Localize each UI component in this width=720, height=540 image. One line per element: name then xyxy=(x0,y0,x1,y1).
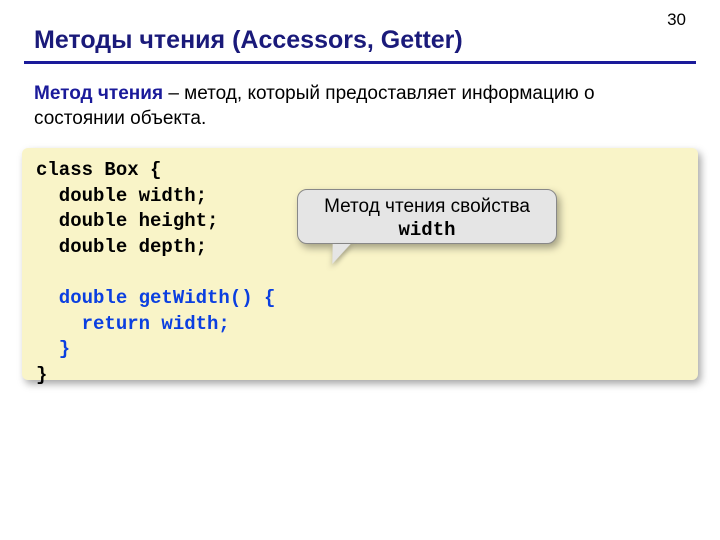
definition-paragraph: Метод чтения – метод, который предоставл… xyxy=(0,64,720,131)
code-line: double getWidth() { xyxy=(36,286,684,312)
code-box: class Box { double width; double height;… xyxy=(22,148,698,380)
code-line: return width; xyxy=(36,312,684,338)
page-number: 30 xyxy=(667,10,686,30)
page-title: Методы чтения (Accessors, Getter) xyxy=(0,0,720,59)
callout-box: Метод чтения свойства width xyxy=(297,189,557,244)
callout-line1: Метод чтения свойства xyxy=(298,195,556,219)
code-line-blank xyxy=(36,261,684,287)
callout-prop: width xyxy=(298,219,556,243)
code-line: class Box { xyxy=(36,158,684,184)
code-line: } xyxy=(36,363,684,389)
code-line: } xyxy=(36,337,684,363)
definition-term: Метод чтения xyxy=(34,83,163,104)
